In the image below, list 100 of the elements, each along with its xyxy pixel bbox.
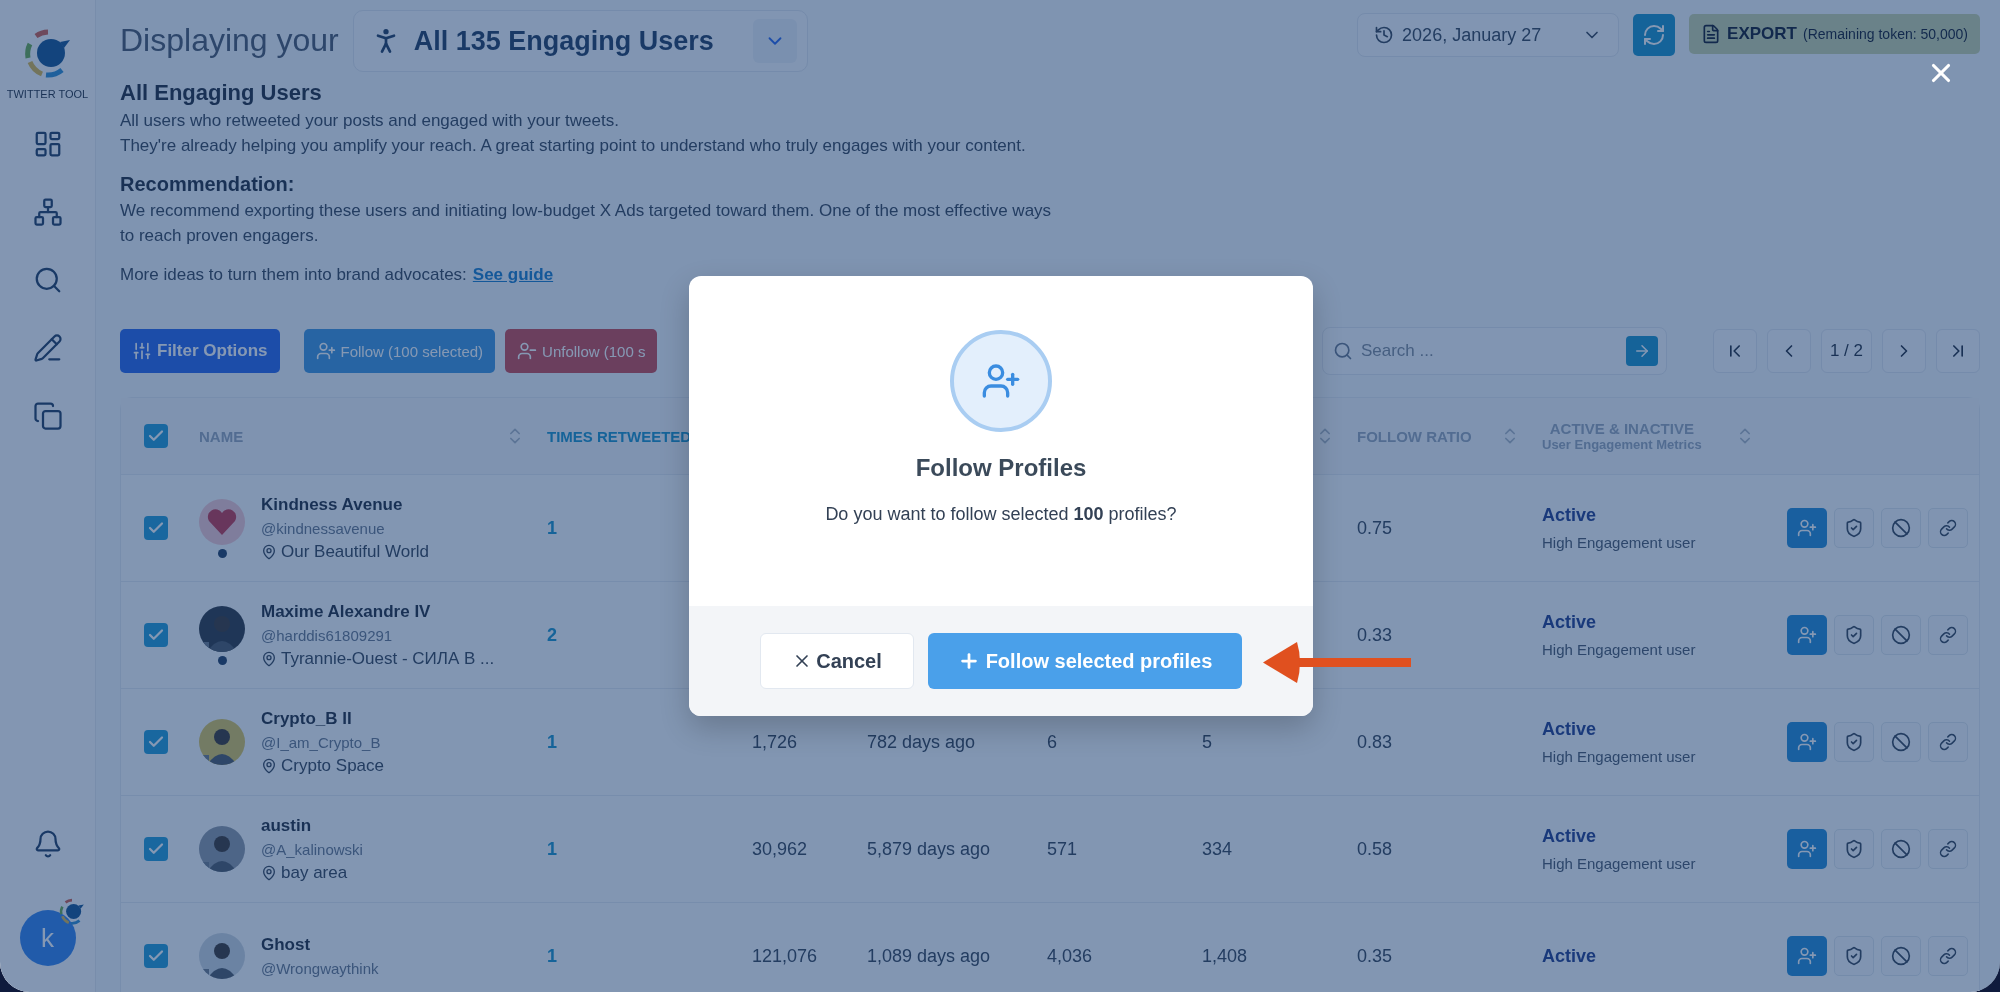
link-button[interactable] (1928, 829, 1968, 869)
filter-button[interactable]: Filter Options (120, 329, 280, 373)
shield-button[interactable] (1834, 508, 1874, 548)
table-cell: 1,726 (752, 731, 798, 753)
user-plus-icon (315, 341, 336, 361)
user-handle: @A_kalinowski (261, 840, 363, 858)
link-button[interactable] (1928, 508, 1968, 548)
shield-icon (1844, 518, 1864, 538)
table-cell: 4,036 (1047, 945, 1093, 967)
column-header[interactable]: TIMES RETWEETED (547, 427, 692, 445)
recommendation-text: We recommend exporting these users and initiating low-budget X Ads targeted toward them. One of the most effective ways (120, 200, 1053, 222)
follow-button[interactable] (1787, 722, 1827, 762)
shield-icon (1844, 625, 1864, 645)
follow-button[interactable] (1787, 936, 1827, 976)
cancel-button[interactable]: Cancel (760, 633, 914, 689)
unfollow-button[interactable]: Unfollow (100 s (505, 329, 658, 373)
table-cell: 1,408 (1202, 945, 1248, 967)
search-icon (1332, 341, 1353, 361)
pencil-icon[interactable] (32, 333, 63, 363)
guide-link[interactable]: See guide (472, 265, 554, 284)
shield-button[interactable] (1834, 722, 1874, 762)
link-icon (1939, 947, 1957, 965)
block-icon (1891, 732, 1911, 752)
date-dropdown[interactable]: 2026, January 27 (1357, 13, 1620, 57)
block-button[interactable] (1881, 829, 1921, 869)
select-all-checkbox[interactable] (144, 424, 168, 448)
row-checkbox[interactable] (144, 516, 168, 540)
table-cell: 334 (1202, 838, 1233, 860)
block-icon (1891, 518, 1911, 538)
table-cell: 782 days ago (867, 731, 976, 753)
block-icon (1891, 946, 1911, 966)
refresh-button[interactable] (1633, 14, 1676, 56)
row-checkbox[interactable] (144, 623, 168, 647)
user-plus-icon (1797, 625, 1817, 645)
go-button[interactable] (1625, 336, 1658, 366)
table-cell: 0.35 (1357, 945, 1393, 967)
user-plus-icon (1797, 518, 1817, 538)
table-cell: 121,076 (752, 945, 818, 967)
table-cell: 2 (547, 624, 557, 646)
link-icon (1939, 626, 1957, 644)
segment-dropdown[interactable]: All 135 Engaging Users (352, 10, 808, 72)
user-location: Our Beautiful World (281, 541, 430, 562)
user-name: austin (261, 815, 313, 836)
follow-button[interactable]: Follow (100 selected) (303, 329, 496, 373)
user-avatar[interactable]: k (19, 910, 76, 966)
link-button[interactable] (1928, 615, 1968, 655)
table-cell: 1 (547, 731, 557, 753)
user-handle: @Wrongwaythink (261, 960, 379, 977)
export-button[interactable]: EXPORT (Remaining token: 50,000) (1689, 14, 1980, 54)
link-icon (1939, 519, 1957, 537)
pin-icon (261, 543, 277, 560)
shield-button[interactable] (1834, 936, 1874, 976)
table-cell: 5,879 days ago (867, 838, 991, 860)
link-button[interactable] (1928, 722, 1968, 762)
row-checkbox[interactable] (144, 944, 168, 968)
pin-icon (261, 864, 277, 881)
copy-icon[interactable] (32, 401, 63, 431)
row-checkbox[interactable] (144, 837, 168, 861)
follow-button[interactable] (1787, 615, 1827, 655)
status-note: High Engagement user (1542, 855, 1696, 872)
last-page-button[interactable] (1936, 329, 1980, 373)
follow-button[interactable] (1787, 829, 1827, 869)
link-button[interactable] (1928, 936, 1968, 976)
table-cell: 1 (547, 838, 557, 860)
block-button[interactable] (1881, 722, 1921, 762)
shield-button[interactable] (1834, 829, 1874, 869)
user-plus-icon (1797, 732, 1817, 752)
shield-icon (1844, 732, 1864, 752)
status-text: Active (1542, 826, 1598, 847)
user-location: bay area (281, 862, 348, 883)
table-cell: 1,089 days ago (867, 945, 991, 967)
user-name: Ghost (261, 935, 312, 955)
block-button[interactable] (1881, 615, 1921, 655)
recommendation-title: Recommendation: (120, 172, 296, 197)
block-button[interactable] (1881, 936, 1921, 976)
user-name: Kindness Avenue (261, 494, 404, 515)
link-icon (1939, 840, 1957, 858)
search-input[interactable]: Search ... (1358, 340, 1620, 362)
status-text: Active (1542, 945, 1597, 967)
block-icon (1891, 839, 1911, 859)
follow-button[interactable] (1787, 508, 1827, 548)
row-checkbox[interactable] (144, 730, 168, 754)
user-handle: @I_am_Crypto_B (261, 733, 382, 751)
description-text: All users who retweeted your posts and engaged with your tweets. (120, 110, 620, 132)
avatar-badge-icon (57, 898, 86, 926)
sliders-icon (132, 341, 152, 361)
network-icon[interactable] (32, 197, 63, 227)
confirm-button[interactable]: Follow selected profiles (928, 633, 1242, 689)
shield-icon (1844, 946, 1864, 966)
user-handle: @harddis61809291 (261, 626, 394, 644)
block-button[interactable] (1881, 508, 1921, 548)
shield-button[interactable] (1834, 615, 1874, 655)
table-cell: 5 (1202, 731, 1212, 753)
first-page-button[interactable] (1712, 329, 1757, 373)
user-name: Maxime Alexandre IV (261, 601, 432, 622)
pin-icon (261, 757, 277, 774)
search-field[interactable]: Search ... (1321, 327, 1667, 375)
refresh-icon (1642, 23, 1667, 47)
brand-name: TWITTER TOOL (6, 88, 89, 100)
status-note: High Engagement user (1542, 748, 1696, 765)
